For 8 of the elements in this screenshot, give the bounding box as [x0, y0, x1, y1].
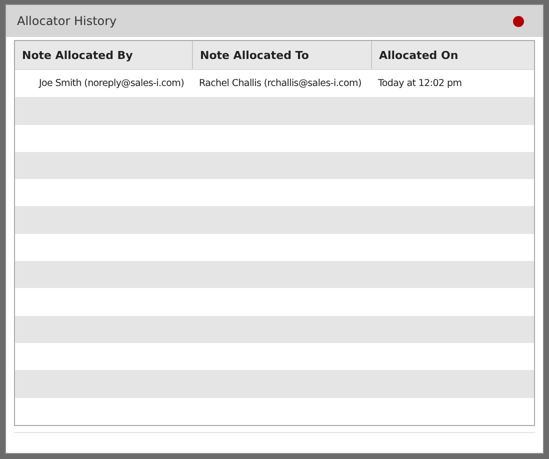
table-cell-text: Joe Smith (noreply@sales-i.com) [38, 77, 186, 92]
window-title: Allocator History [17, 14, 117, 28]
table-cell-text: Today at 12:02 pm [377, 77, 463, 92]
column-header[interactable]: Note Allocated By [15, 41, 193, 69]
column-header[interactable]: Note Allocated To [193, 41, 372, 69]
table-cell-text: Rachel Challis (rchallis@sales-i.com) [198, 77, 362, 92]
close-button[interactable] [513, 16, 524, 26]
column-header[interactable]: Allocated On [372, 41, 534, 69]
